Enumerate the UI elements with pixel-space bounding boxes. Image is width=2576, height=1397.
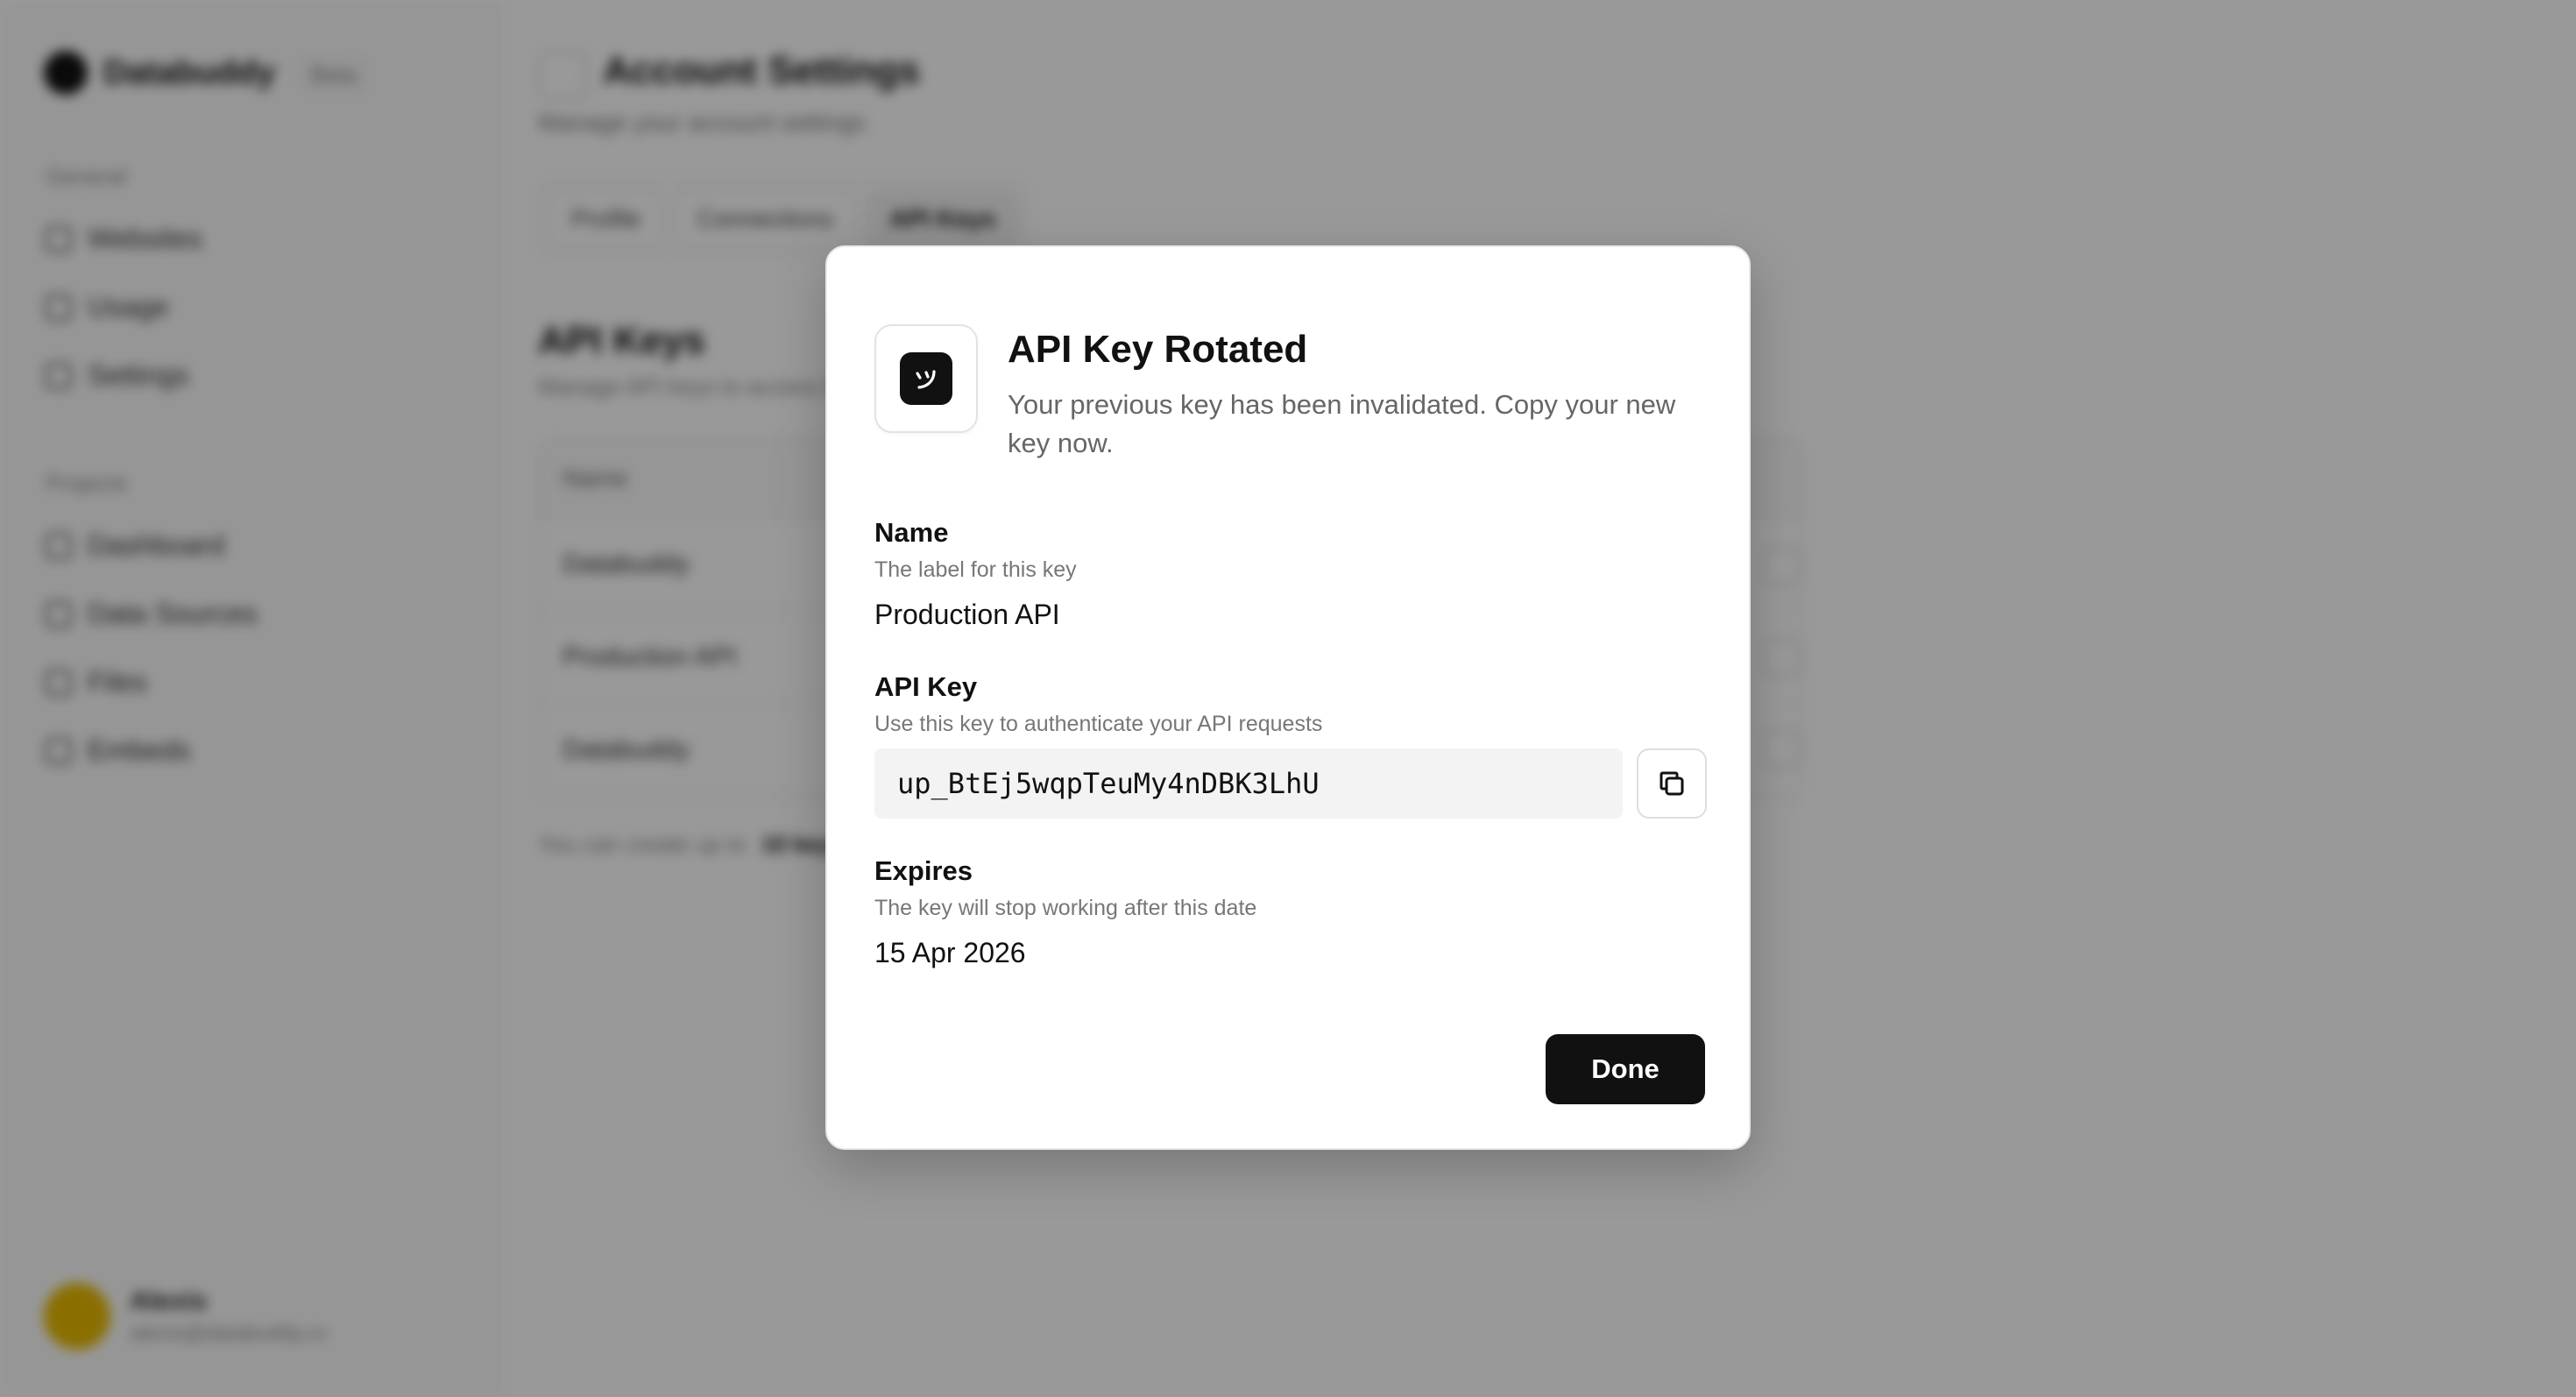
expires-value: 15 Apr 2026 — [874, 937, 1026, 968]
brand-logo-icon — [900, 352, 952, 405]
name-help-text: The label for this key — [874, 557, 1077, 582]
name-value: Production API — [874, 599, 1060, 630]
api-key-label: API Key — [874, 671, 978, 702]
dialog-description: Your previous key has been invalidated. … — [1008, 389, 1676, 458]
api-key-row: up_BtEj5wqpTeuMy4nDBK3LhU — [874, 748, 1707, 819]
copy-key-button[interactable] — [1637, 748, 1707, 819]
copy-icon — [1660, 771, 1684, 796]
expires-label: Expires — [874, 855, 973, 886]
api-key-rotated-dialog: API Key Rotated Your previous key has be… — [825, 245, 1751, 1150]
name-label: Name — [874, 517, 949, 548]
smile-logo-icon — [916, 370, 936, 389]
api-key-field: API Key Use this key to authenticate you… — [874, 671, 1707, 737]
api-key-value-field[interactable]: up_BtEj5wqpTeuMy4nDBK3LhU — [874, 748, 1623, 819]
done-button[interactable]: Done — [1546, 1034, 1705, 1104]
app-root: Databuddy Beta General Websites Usage Se… — [0, 0, 2576, 1397]
api-key-help-text: Use this key to authenticate your API re… — [874, 712, 1323, 736]
expires-help-text: The key will stop working after this dat… — [874, 896, 1257, 920]
expires-field: Expires The key will stop working after … — [874, 855, 1707, 969]
name-field: Name The label for this key Production A… — [874, 517, 1707, 631]
dialog-icon-container — [874, 324, 978, 433]
dialog-title: API Key Rotated — [1008, 328, 1308, 371]
